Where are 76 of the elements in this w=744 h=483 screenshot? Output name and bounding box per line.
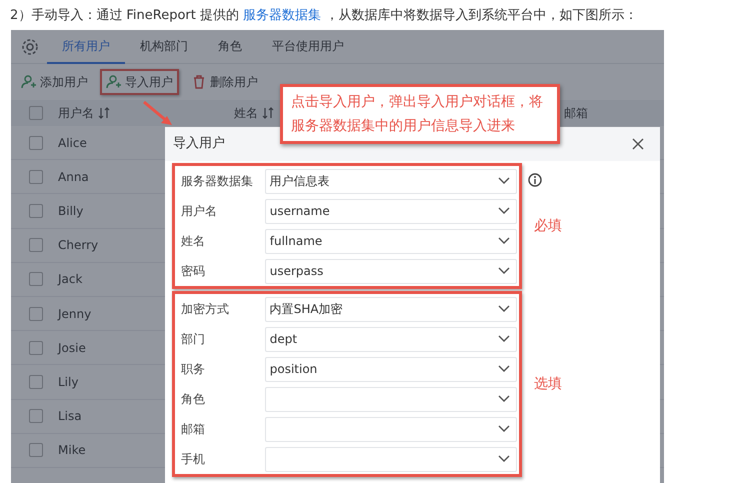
checkbox[interactable] xyxy=(29,409,43,424)
sort-icon xyxy=(98,107,110,119)
annotation-note: 选填 xyxy=(534,374,562,394)
select-field[interactable] xyxy=(264,416,517,442)
checkbox[interactable] xyxy=(29,136,43,150)
checkbox[interactable] xyxy=(29,340,43,355)
person-add-icon xyxy=(21,74,37,90)
dataset-link[interactable]: 服务器数据集 xyxy=(243,8,322,23)
intro-paragraph: 2）手动导入：通过 FineReport 提供的 服务器数据集 ，从数据库中将数据导入到系统平台中，如下图所示： xyxy=(9,7,638,25)
field-label: 邮箱 xyxy=(181,421,206,438)
toolbar-button[interactable]: 删除用户 xyxy=(185,69,264,95)
column-header: 用户名 xyxy=(58,105,94,122)
tab[interactable]: 所有用户 xyxy=(47,30,125,64)
chevron-down-icon xyxy=(498,267,510,275)
table-cell-text: Anna xyxy=(58,168,89,186)
chevron-down-icon xyxy=(498,425,510,433)
table-cell-text: Lily xyxy=(58,374,78,391)
trash-icon xyxy=(191,74,207,90)
toolbar-button[interactable]: 添加用户 xyxy=(15,69,94,95)
table-cell-text: Mike xyxy=(58,442,86,460)
select-field[interactable]: userpass xyxy=(264,258,517,284)
annotation-note: 必填 xyxy=(534,216,562,236)
chevron-down-icon xyxy=(498,395,510,403)
tab[interactable]: 平台使用用户 xyxy=(257,30,359,64)
select-field[interactable]: position xyxy=(264,356,517,382)
checkbox[interactable] xyxy=(29,443,43,458)
checkbox[interactable] xyxy=(29,306,43,321)
chevron-down-icon xyxy=(498,305,510,313)
select-field[interactable] xyxy=(264,386,517,412)
checkbox[interactable] xyxy=(29,238,43,252)
chevron-down-icon xyxy=(498,365,510,373)
field-label: 密码 xyxy=(181,263,206,280)
field-label: 加密方式 xyxy=(181,301,230,318)
table-cell-text: Josie xyxy=(58,340,86,357)
info-icon xyxy=(528,173,542,187)
field-label: 手机 xyxy=(181,451,206,468)
checkbox[interactable] xyxy=(29,204,43,218)
sort-icon xyxy=(262,107,274,119)
field-label: 部门 xyxy=(181,331,206,348)
select-field[interactable]: fullname xyxy=(264,228,517,254)
tab[interactable]: 角色 xyxy=(203,30,257,64)
person-add-icon xyxy=(106,74,122,90)
checkbox[interactable] xyxy=(29,374,43,389)
table-cell-text: Jack xyxy=(58,271,82,288)
table-cell-text: Alice xyxy=(58,134,87,152)
checkbox[interactable] xyxy=(29,106,43,120)
select-field[interactable]: 用户信息表 xyxy=(264,168,517,194)
table-cell-text: Lisa xyxy=(58,408,82,426)
select-field[interactable]: username xyxy=(264,198,517,224)
chevron-down-icon xyxy=(498,177,510,185)
field-label: 角色 xyxy=(181,391,206,408)
checkbox[interactable] xyxy=(29,170,43,184)
chevron-down-icon xyxy=(498,455,510,463)
field-label: 姓名 xyxy=(181,233,206,250)
settings-icon xyxy=(21,38,39,56)
chevron-down-icon xyxy=(498,237,510,245)
callout-note: 点击导入用户，弹出导入用户对话框，将 服务器数据集中的用户信息导入进来 xyxy=(280,84,560,144)
select-field[interactable] xyxy=(264,446,517,472)
table-cell-text: Billy xyxy=(58,202,84,220)
toolbar-button[interactable]: 导入用户 xyxy=(100,69,179,95)
table-cell-text: Cherry xyxy=(58,237,98,254)
field-label: 服务器数据集 xyxy=(181,173,254,190)
column-header: 邮箱 xyxy=(564,105,588,122)
close-icon xyxy=(632,138,644,150)
checkbox[interactable] xyxy=(29,272,43,286)
chevron-down-icon xyxy=(498,335,510,343)
chevron-down-icon xyxy=(498,207,510,215)
table-cell-text: Jenny xyxy=(58,306,92,323)
column-header: 姓名 xyxy=(234,105,258,122)
field-label: 职务 xyxy=(181,361,206,378)
dialog-title: 导入用户 xyxy=(173,135,225,154)
select-field[interactable]: dept xyxy=(264,326,517,352)
tab[interactable]: 机构部门 xyxy=(125,30,203,64)
select-field[interactable]: 内置SHA加密 xyxy=(264,296,517,322)
arrow xyxy=(143,100,172,125)
field-label: 用户名 xyxy=(181,203,218,220)
